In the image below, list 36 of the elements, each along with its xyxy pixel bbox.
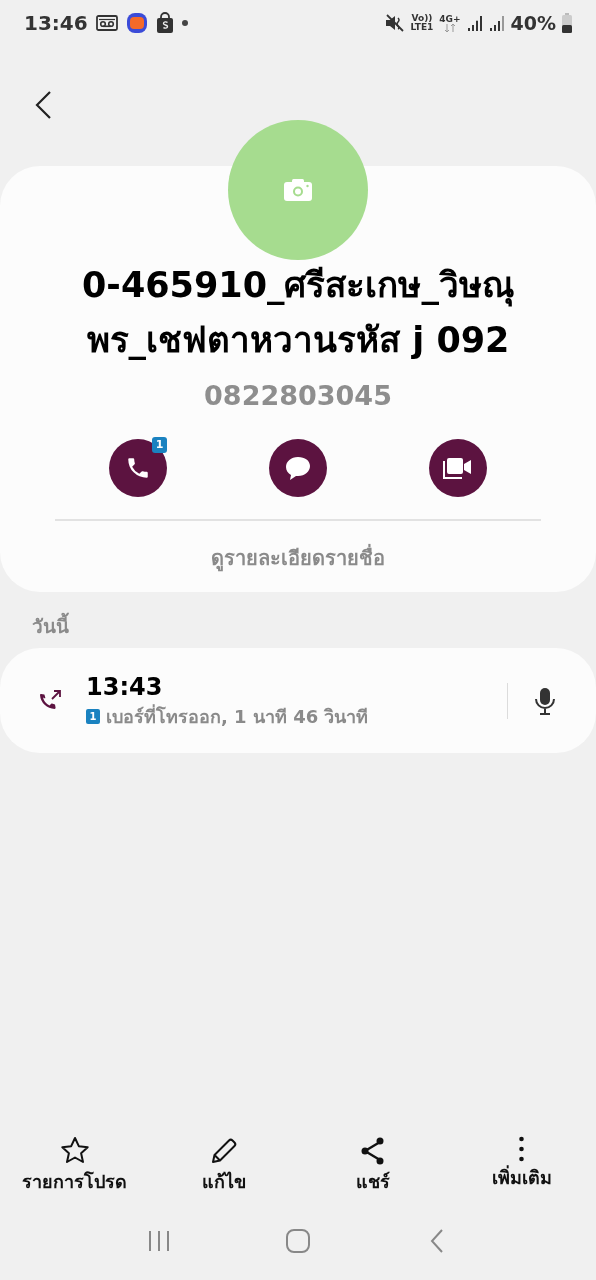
sim-badge: 1 bbox=[152, 436, 167, 453]
sim-badge: 1 bbox=[86, 709, 100, 724]
section-heading: วันนี้ bbox=[0, 612, 596, 648]
home-icon[interactable] bbox=[285, 1228, 311, 1254]
camera-icon bbox=[283, 178, 313, 202]
call-time: 13:43 bbox=[86, 672, 164, 703]
chat-bubble-icon bbox=[284, 454, 312, 481]
more-icon bbox=[519, 1136, 524, 1162]
network-label: 4G+ bbox=[439, 14, 461, 24]
call-log-item[interactable]: 13:43 1 เบอร์ที่โทรออก, 1 นาที 46 วินาที bbox=[0, 648, 596, 753]
mute-icon bbox=[384, 14, 405, 32]
app-icon bbox=[125, 12, 148, 34]
call-button[interactable]: 1 bbox=[109, 438, 167, 497]
clock: 13:46 bbox=[24, 10, 88, 37]
video-camera-icon bbox=[443, 455, 473, 480]
data-arrows-icon bbox=[443, 23, 456, 32]
signal-icon bbox=[488, 15, 505, 31]
share-button[interactable]: แชร์ bbox=[298, 1136, 447, 1195]
edit-button[interactable]: แก้ไข bbox=[149, 1136, 298, 1195]
video-call-button[interactable] bbox=[429, 438, 487, 497]
favorites-button[interactable]: รายการโปรด bbox=[0, 1136, 149, 1195]
lte-label: LTE1 bbox=[410, 23, 434, 32]
more-button[interactable]: เพิ่มเติม bbox=[447, 1136, 596, 1195]
contact-name: 0-465910_ศรีสะเกษ_วิษณุ พร_เชฟตาหวานรหัส j 092 bbox=[81, 264, 515, 362]
message-button[interactable] bbox=[269, 438, 327, 497]
microphone-icon[interactable] bbox=[534, 686, 556, 715]
volte-label: Vo)) bbox=[411, 14, 433, 23]
star-icon bbox=[59, 1136, 90, 1166]
voicemail-icon bbox=[95, 15, 118, 31]
signal-icon bbox=[466, 15, 483, 31]
phone-number: 0822803045 bbox=[204, 379, 392, 413]
battery-percent: 40% bbox=[510, 10, 556, 36]
battery-icon bbox=[562, 13, 572, 33]
shopping-bag-icon bbox=[155, 12, 174, 34]
dot-icon bbox=[181, 20, 188, 26]
call-details: เบอร์ที่โทรออก, 1 นาที 46 วินาที bbox=[106, 703, 369, 729]
